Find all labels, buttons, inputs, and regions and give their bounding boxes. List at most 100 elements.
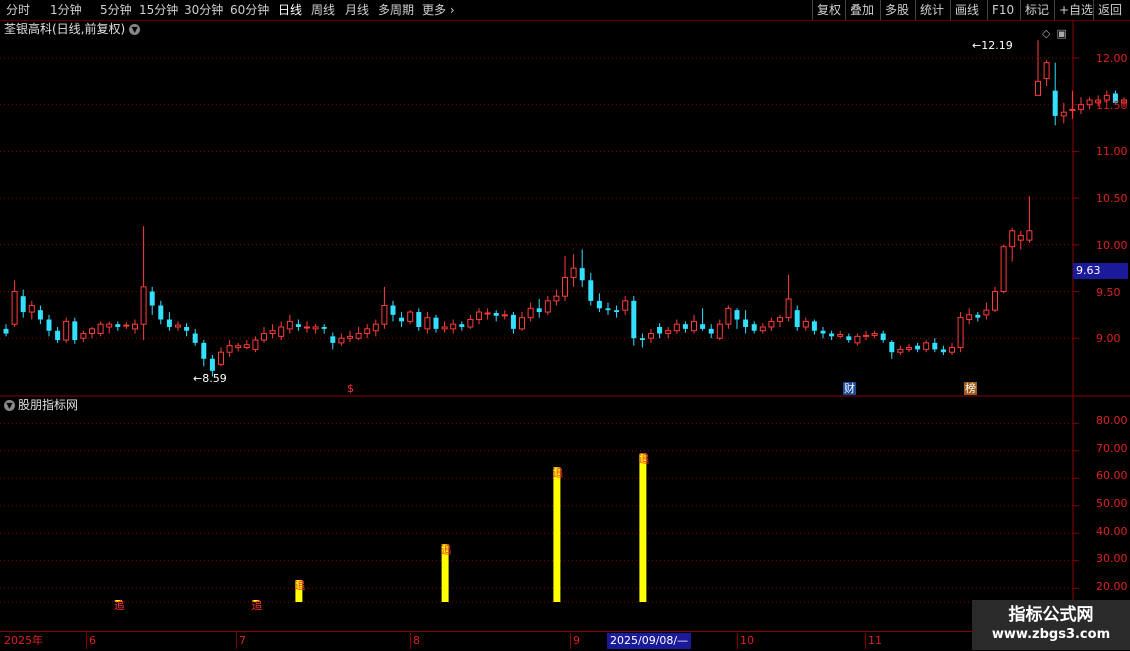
high-price-label: ←12.19 [972,39,1013,52]
indicator-bar [639,453,647,602]
candle-body [330,336,336,343]
candle-body [416,312,422,327]
low-price-value: 8.59 [202,372,227,385]
candle-body [80,333,87,339]
price-axis-label: 11.00 [1096,145,1128,158]
candle-body [820,330,826,334]
candle-body [1052,90,1058,116]
candle-body [1000,246,1007,292]
candle-body [725,307,732,325]
candle-body [226,345,233,353]
candle-body [106,323,113,328]
candle-body [785,298,792,319]
candle-body [897,348,904,353]
date-axis-month: 9 [570,633,580,649]
candle-body [648,333,654,339]
candle-body [372,323,379,332]
indicator-axis-label: 60.00 [1096,469,1128,482]
candle-body [544,300,551,313]
kline-chart[interactable]: 追追追追追追 [0,0,1130,650]
candle-body [467,319,474,328]
candle-body [536,308,542,313]
indicator-signal-label: 追 [638,452,649,466]
indicator-title[interactable]: ▼ 股朋指标网 [4,398,78,413]
candle-body [562,276,568,297]
candle-body [777,317,783,322]
candle-body [20,296,26,313]
candle-body [639,338,645,341]
candle-body [1017,234,1024,241]
candle-body [889,341,895,353]
candle-body [657,326,663,334]
candle-body [407,311,414,322]
candle-body [501,314,508,317]
candle-body [175,324,181,328]
date-axis-month: 8 [410,633,420,649]
indicator-signal-label: 追 [294,578,305,592]
candle-body [209,358,215,371]
candle-body [829,333,835,337]
candle-body [751,324,757,331]
candle-body [37,310,43,320]
candle-body [966,314,973,321]
indicator-axis-label: 70.00 [1096,442,1128,455]
candle-body [1086,99,1093,106]
candle-body [252,339,259,350]
candle-body [1078,104,1084,110]
candle-body [295,324,301,327]
price-axis-label: 10.50 [1096,192,1128,205]
candle-body [863,334,869,337]
candle-body [201,342,207,359]
candle-body [802,320,809,328]
candle-body [89,328,95,335]
candle-body [312,326,319,330]
indicator-axis-label: 20.00 [1096,580,1128,593]
candle-body [321,326,327,329]
candle-body [734,310,740,320]
candle-body [1060,111,1067,117]
candle-body [1026,230,1033,241]
candle-body [476,311,482,321]
dollar-marker[interactable]: $ [346,382,355,395]
candle-body [433,317,439,329]
candle-body [261,333,267,341]
candle-body [286,320,293,330]
candle-body [768,320,775,328]
indicator-axis-label: 50.00 [1096,497,1128,510]
candle-body [983,309,990,316]
candle-body [1035,80,1041,96]
price-axis-label: 12.00 [1096,52,1128,65]
watermark-url: www.zbgs3.com [991,627,1111,642]
candle-body [278,326,285,337]
candle-body [906,347,912,350]
candle-body [355,333,362,339]
candle-body [932,342,938,350]
candle-body [605,308,611,311]
candle-body [484,312,491,315]
candle-body [957,317,964,349]
candle-body [381,305,388,325]
candle-body [631,300,637,339]
indicator-bar [553,467,561,602]
candle-body [846,336,852,341]
date-axis-year: 2025年 [4,634,43,647]
candle-body [55,330,61,341]
candle-body [11,291,18,325]
finance-marker[interactable]: 财 [843,382,856,395]
date-axis-month: 6 [86,633,96,649]
chevron-down-icon[interactable]: ▼ [4,400,15,411]
indicator-axis-label: 40.00 [1096,525,1128,538]
candle-body [140,286,147,325]
price-axis-label: 10.00 [1096,239,1128,252]
indicator-signal-label: 追 [251,598,262,612]
candle-body [399,317,405,322]
candle-body [759,326,766,332]
candle-body [493,312,499,316]
ranking-marker[interactable]: 榜 [964,382,977,395]
candle-body [338,337,345,344]
candle-body [304,326,310,329]
candle-body [1069,108,1076,111]
candle-body [519,317,525,330]
candle-body [570,267,577,278]
candle-body [794,310,800,327]
